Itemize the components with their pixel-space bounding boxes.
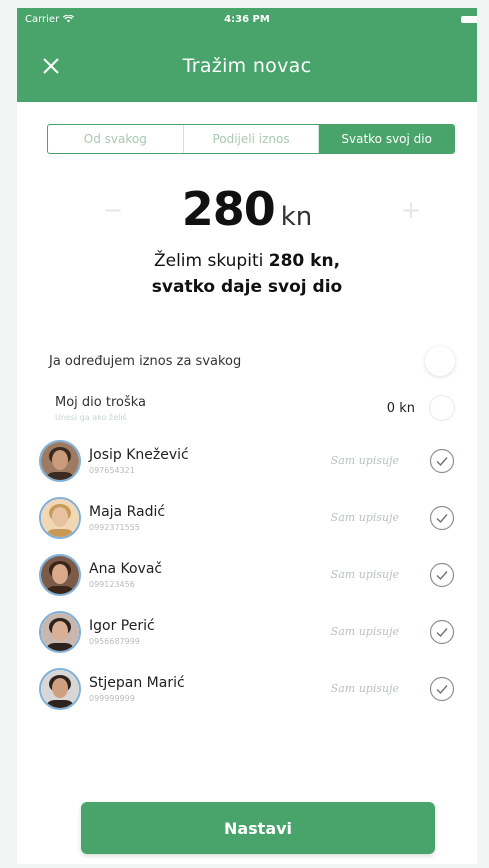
amount-value: 280 bbox=[181, 182, 276, 236]
participant-row[interactable]: Stjepan Marić 099999999 Sam upisuje bbox=[17, 660, 477, 717]
my-share-amount-value: 0 bbox=[386, 400, 396, 416]
my-share-label: Moj dio troška bbox=[55, 394, 147, 410]
participant-status: Sam upisuje bbox=[330, 682, 399, 695]
participant-info: Ana Kovač 099123456 bbox=[89, 561, 331, 589]
participant-status: Sam upisuje bbox=[330, 454, 399, 467]
battery-icon bbox=[461, 16, 477, 23]
participant-name: Igor Perić bbox=[89, 617, 155, 634]
checkmark-circle-icon[interactable] bbox=[429, 619, 455, 645]
participant-name: Josip Knežević bbox=[89, 446, 189, 463]
status-time: 4:36 PM bbox=[224, 13, 270, 25]
amount-unit: kn bbox=[280, 202, 313, 232]
segment-od-svakog[interactable]: Od svakog bbox=[48, 125, 184, 153]
decrease-amount-button[interactable]: − bbox=[103, 196, 123, 224]
my-share-checkbox[interactable] bbox=[429, 395, 455, 421]
header: Carrier 4:36 PM Tražim novac bbox=[17, 8, 477, 102]
custom-amount-label: Ja određujem iznos za svakog bbox=[49, 353, 242, 369]
participant-row[interactable]: Ana Kovač 099123456 Sam upisuje bbox=[17, 546, 477, 603]
checkmark-circle-icon[interactable] bbox=[429, 676, 455, 702]
participant-phone: 0956687999 bbox=[89, 636, 140, 646]
summary-prefix: Želim skupiti bbox=[153, 251, 269, 271]
custom-amount-option: Ja određujem iznos za svakog bbox=[17, 346, 477, 376]
participant-phone: 099123456 bbox=[89, 579, 135, 589]
participant-info: Maja Radić 0992371555 bbox=[89, 504, 331, 532]
summary-line-2: svatko daje svoj dio bbox=[17, 274, 477, 300]
segment-svatko-svoj-dio[interactable]: Svatko svoj dio bbox=[319, 125, 454, 153]
my-share-amount[interactable]: 0 kn bbox=[387, 401, 415, 416]
checkmark-circle-icon[interactable] bbox=[429, 448, 455, 474]
request-summary: Želim skupiti 280 kn, svatko daje svoj d… bbox=[17, 248, 477, 300]
avatar-photo bbox=[41, 498, 79, 537]
participant-name: Ana Kovač bbox=[89, 560, 163, 577]
segment-podijeli-iznos[interactable]: Podijeli iznos bbox=[184, 125, 320, 153]
avatar bbox=[39, 553, 81, 596]
my-share-amount-unit: kn bbox=[399, 400, 415, 416]
avatar-photo bbox=[41, 669, 79, 708]
participant-row[interactable]: Maja Radić 0992371555 Sam upisuje bbox=[17, 489, 477, 546]
summary-line-2-text: svatko daje svoj dio bbox=[151, 277, 343, 297]
avatar bbox=[39, 610, 81, 653]
participant-status: Sam upisuje bbox=[330, 568, 399, 581]
split-mode-segmented-control: Od svakog Podijeli iznos Svatko svoj dio bbox=[47, 124, 455, 154]
participant-status: Sam upisuje bbox=[330, 511, 399, 524]
avatar-photo bbox=[41, 441, 79, 480]
close-icon[interactable] bbox=[41, 56, 61, 76]
participant-info: Stjepan Marić 099999999 bbox=[89, 675, 331, 703]
participant-row[interactable]: Josip Knežević 097654321 Sam upisuje bbox=[17, 432, 477, 489]
participant-info: Igor Perić 0956687999 bbox=[89, 618, 331, 646]
avatar-photo bbox=[41, 555, 79, 594]
continue-button[interactable]: Nastavi bbox=[81, 802, 435, 854]
summary-line-1: Želim skupiti 280 kn, bbox=[17, 248, 477, 274]
my-share-hint: Unesi ga ako želiš bbox=[55, 412, 127, 422]
my-share-text: Moj dio troška Unesi ga ako želiš bbox=[55, 395, 146, 422]
app-screen: Carrier 4:36 PM Tražim novac Od svakog P… bbox=[17, 8, 477, 864]
avatar bbox=[39, 439, 81, 482]
participant-phone: 099999999 bbox=[89, 693, 135, 703]
avatar-photo bbox=[41, 612, 79, 651]
increase-amount-button[interactable]: + bbox=[401, 196, 421, 224]
participant-row[interactable]: Igor Perić 0956687999 Sam upisuje bbox=[17, 603, 477, 660]
participants-list: Josip Knežević 097654321 Sam upisuje Maj… bbox=[17, 432, 477, 717]
page-title: Tražim novac bbox=[182, 55, 312, 77]
my-share-value: 0 kn bbox=[387, 395, 455, 421]
status-bar: Carrier 4:36 PM bbox=[17, 8, 477, 30]
participant-status: Sam upisuje bbox=[330, 625, 399, 638]
participant-name: Stjepan Marić bbox=[89, 674, 185, 691]
amount-display: − 280 kn + bbox=[17, 182, 477, 242]
avatar bbox=[39, 667, 81, 710]
participant-phone: 0992371555 bbox=[89, 522, 140, 532]
my-share-row: Moj dio troška Unesi ga ako želiš 0 kn bbox=[17, 388, 477, 428]
nav-bar: Tražim novac bbox=[17, 30, 477, 102]
participant-phone: 097654321 bbox=[89, 465, 135, 475]
checkmark-circle-icon[interactable] bbox=[429, 562, 455, 588]
participant-name: Maja Radić bbox=[89, 503, 166, 520]
summary-amount: 280 kn, bbox=[268, 251, 341, 271]
checkmark-circle-icon[interactable] bbox=[429, 505, 455, 531]
participant-info: Josip Knežević 097654321 bbox=[89, 447, 331, 475]
custom-amount-toggle[interactable] bbox=[425, 346, 455, 376]
avatar bbox=[39, 496, 81, 539]
